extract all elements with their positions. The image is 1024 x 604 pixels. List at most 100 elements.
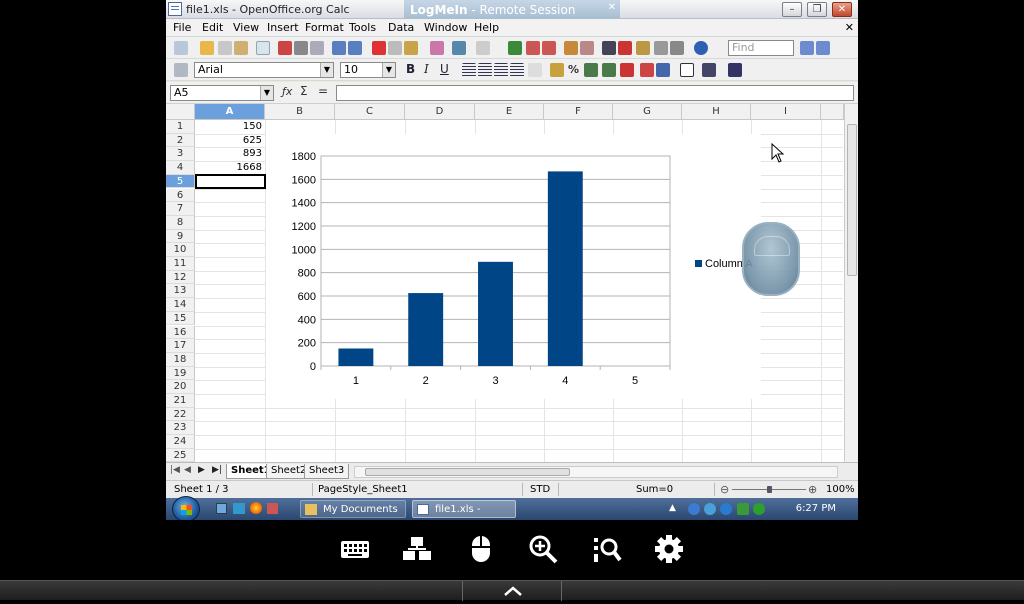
row-header[interactable]: 7 bbox=[166, 202, 195, 216]
font-size-select[interactable]: 10 ▼ bbox=[340, 62, 396, 78]
row-header[interactable]: 21 bbox=[166, 394, 195, 408]
mouse-icon[interactable] bbox=[466, 534, 496, 564]
align-left-icon[interactable] bbox=[462, 63, 476, 77]
menu-format[interactable]: Format bbox=[305, 21, 344, 34]
horizontal-scrollbar[interactable] bbox=[354, 466, 838, 478]
find-previous-icon[interactable] bbox=[816, 41, 830, 55]
find-next-icon[interactable] bbox=[800, 41, 814, 55]
menu-window[interactable]: Window bbox=[424, 21, 467, 34]
chevron-down-icon[interactable]: ▼ bbox=[260, 86, 273, 100]
row-header[interactable]: 14 bbox=[166, 298, 195, 312]
column-header-j[interactable] bbox=[821, 104, 844, 120]
zoom-settings-icon[interactable] bbox=[592, 534, 622, 564]
save-icon[interactable] bbox=[218, 41, 232, 55]
cell-a2[interactable]: 625 bbox=[196, 134, 264, 147]
start-button[interactable] bbox=[172, 496, 200, 520]
row-header[interactable]: 1 bbox=[166, 120, 195, 134]
status-zoom[interactable]: 100% bbox=[826, 484, 855, 495]
column-header-f[interactable]: F bbox=[544, 104, 613, 120]
find-input[interactable]: Find bbox=[728, 40, 794, 56]
column-header-d[interactable]: D bbox=[405, 104, 475, 120]
taskbar-calc-file[interactable]: file1.xls - Open... bbox=[412, 500, 516, 518]
edit-file-icon[interactable] bbox=[256, 41, 270, 55]
hyperlink-icon[interactable] bbox=[508, 41, 522, 55]
font-name-select[interactable]: Arial ▼ bbox=[194, 62, 334, 78]
last-sheet-icon[interactable]: ▶| bbox=[212, 465, 222, 475]
cell-a4[interactable]: 1668 bbox=[196, 161, 264, 174]
print-icon[interactable] bbox=[294, 41, 308, 55]
merge-cells-icon[interactable] bbox=[528, 63, 542, 77]
sort-descending-icon[interactable] bbox=[542, 41, 556, 55]
menu-help[interactable]: Help bbox=[474, 21, 499, 34]
row-header[interactable]: 24 bbox=[166, 435, 195, 449]
cell-a1[interactable]: 150 bbox=[196, 120, 264, 133]
percent-icon[interactable]: % bbox=[568, 63, 579, 76]
vertical-scroll-thumb[interactable] bbox=[847, 124, 857, 276]
help-icon[interactable] bbox=[694, 41, 708, 55]
menu-insert[interactable]: Insert bbox=[267, 21, 299, 34]
row-header[interactable]: 12 bbox=[166, 270, 195, 285]
firefox-icon[interactable] bbox=[250, 502, 262, 514]
column-header-c[interactable]: C bbox=[335, 104, 405, 120]
logmein-tray-icon[interactable] bbox=[704, 503, 716, 515]
email-icon[interactable] bbox=[234, 41, 248, 55]
currency-icon[interactable] bbox=[550, 63, 564, 77]
column-header-e[interactable]: E bbox=[475, 104, 544, 120]
vertical-scrollbar[interactable] bbox=[844, 104, 858, 462]
zoom-toolbar-icon[interactable] bbox=[670, 41, 684, 55]
active-cell-a5[interactable] bbox=[195, 174, 266, 189]
autospellcheck-icon[interactable] bbox=[348, 41, 362, 55]
copy-icon[interactable] bbox=[388, 41, 402, 55]
chevron-down-icon[interactable]: ▼ bbox=[382, 63, 395, 77]
bold-icon[interactable]: B bbox=[406, 62, 415, 76]
datasources-icon[interactable] bbox=[654, 41, 668, 55]
chart-icon[interactable] bbox=[564, 41, 578, 55]
row-header[interactable]: 23 bbox=[166, 421, 195, 436]
align-center-icon[interactable] bbox=[478, 63, 492, 77]
column-header-a[interactable]: A bbox=[195, 104, 265, 120]
row-header[interactable]: 9 bbox=[166, 229, 195, 244]
row-header[interactable]: 18 bbox=[166, 352, 195, 367]
update-tray-icon[interactable] bbox=[753, 503, 765, 515]
security-tray-icon[interactable] bbox=[737, 503, 749, 515]
function-icon[interactable]: = bbox=[318, 84, 328, 98]
network-tray-icon[interactable] bbox=[688, 503, 700, 515]
outlook-icon[interactable] bbox=[233, 503, 245, 514]
styles-icon[interactable] bbox=[174, 63, 188, 77]
column-header-g[interactable]: G bbox=[613, 104, 682, 120]
row-header[interactable]: 10 bbox=[166, 243, 195, 257]
find-replace-icon[interactable] bbox=[602, 41, 616, 55]
menu-data[interactable]: Data bbox=[388, 21, 414, 34]
zoom-in-icon[interactable]: ⊕ bbox=[808, 483, 817, 496]
draw-functions-icon[interactable] bbox=[580, 41, 594, 55]
expand-handle[interactable] bbox=[462, 581, 562, 601]
zoom-slider-thumb[interactable] bbox=[767, 486, 772, 493]
floating-mouse-control[interactable] bbox=[742, 222, 800, 296]
sum-icon[interactable]: Σ bbox=[300, 84, 308, 98]
export-pdf-icon[interactable] bbox=[278, 41, 292, 55]
row-header[interactable]: 2 bbox=[166, 133, 195, 148]
column-header-i[interactable]: I bbox=[751, 104, 821, 120]
formula-input[interactable] bbox=[336, 85, 854, 101]
row-header[interactable]: 3 bbox=[166, 147, 195, 162]
clone-formatting-icon[interactable] bbox=[430, 41, 444, 55]
font-color-icon[interactable] bbox=[728, 63, 742, 77]
zoom-out-icon[interactable]: ⊖ bbox=[720, 483, 729, 496]
next-sheet-icon[interactable]: ▶ bbox=[198, 465, 205, 475]
row-header[interactable]: 19 bbox=[166, 366, 195, 381]
name-box[interactable]: A5 ▼ bbox=[170, 85, 274, 101]
spellcheck-icon[interactable] bbox=[332, 41, 346, 55]
undo-icon[interactable] bbox=[452, 41, 466, 55]
network-icon[interactable] bbox=[402, 534, 432, 564]
row-header[interactable]: 11 bbox=[166, 257, 195, 271]
align-right-icon[interactable] bbox=[494, 63, 508, 77]
underline-icon[interactable]: U bbox=[440, 62, 449, 76]
row-header[interactable]: 16 bbox=[166, 325, 195, 340]
first-sheet-icon[interactable]: |◀ bbox=[170, 465, 180, 475]
open-icon[interactable] bbox=[200, 41, 214, 55]
document-close-icon[interactable]: ✕ bbox=[845, 21, 854, 34]
decrease-indent-icon[interactable] bbox=[640, 63, 654, 77]
italic-icon[interactable]: I bbox=[424, 62, 429, 76]
taskbar-my-documents[interactable]: My Documents bbox=[300, 500, 406, 518]
row-header[interactable]: 5 bbox=[166, 174, 195, 189]
